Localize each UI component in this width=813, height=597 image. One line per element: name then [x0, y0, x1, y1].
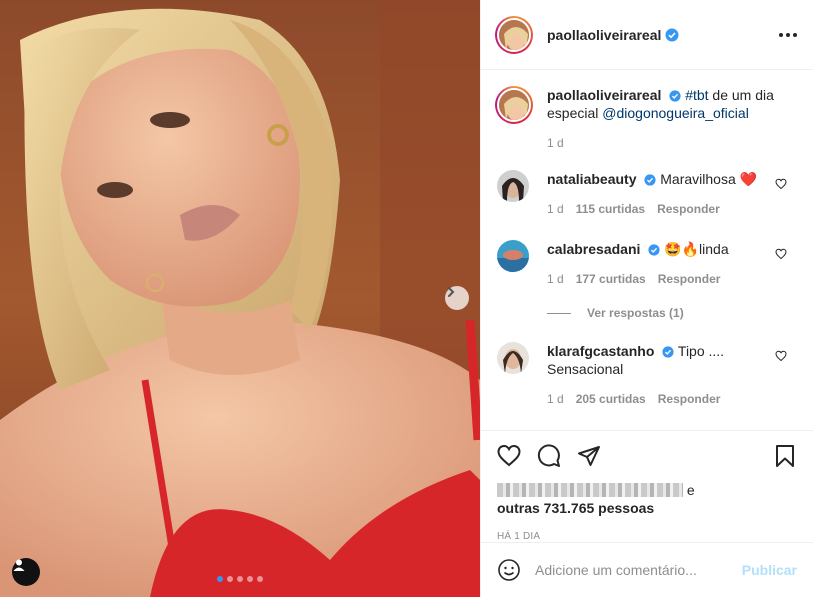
comment-bubble-icon[interactable] — [537, 444, 561, 468]
instagram-post-modal: paollaoliveirareal paollaoliveirareal #t… — [0, 0, 813, 597]
bookmark-icon[interactable] — [773, 444, 797, 468]
comment-meta: 1 d 205 curtidas Responder — [547, 390, 765, 408]
view-replies-label[interactable]: Ver respostas (1) — [587, 306, 684, 320]
comment-likes[interactable]: 205 curtidas — [576, 390, 646, 408]
like-comment-heart-icon[interactable] — [775, 248, 787, 260]
publish-button[interactable]: Publicar — [742, 562, 797, 578]
comment-username[interactable]: klarafgcastanho — [547, 343, 654, 359]
author-avatar[interactable] — [495, 15, 533, 54]
replies-divider — [547, 312, 571, 314]
redacted-likers — [497, 483, 683, 497]
verified-badge-icon — [665, 28, 679, 41]
comment-meta: 1 d 115 curtidas Responder — [547, 200, 765, 218]
like-comment-heart-icon[interactable] — [775, 350, 787, 362]
reply-button[interactable]: Responder — [657, 200, 720, 218]
photo-illustration — [0, 0, 480, 597]
share-paper-plane-icon[interactable] — [577, 444, 601, 468]
author-username[interactable]: paollaoliveirareal — [547, 27, 661, 43]
comment-likes[interactable]: 115 curtidas — [576, 200, 645, 218]
carousel-dot — [217, 576, 223, 582]
comment-text: 🤩🔥linda — [664, 241, 729, 257]
caption: paollaoliveirareal #tbt de um dia especi… — [495, 86, 797, 152]
comment-item: nataliabeauty Maravilhosa ❤️ 1 d 115 cur… — [497, 170, 797, 218]
comment-likes[interactable]: 177 curtidas — [576, 270, 646, 288]
reply-button[interactable]: Responder — [658, 270, 721, 288]
caption-time[interactable]: 1 d — [547, 134, 564, 152]
commenter-avatar[interactable] — [497, 342, 529, 374]
comment-text: Maravilhosa ❤️ — [660, 171, 758, 187]
comment-time[interactable]: 1 d — [547, 390, 564, 408]
comment-time[interactable]: 1 d — [547, 200, 564, 218]
commenter-avatar[interactable] — [497, 240, 529, 272]
view-replies-button[interactable]: Ver respostas (1) — [547, 306, 797, 320]
chevron-right-icon — [448, 287, 455, 297]
add-comment-bar: Publicar — [481, 542, 813, 597]
post-time[interactable]: HÁ 1 DIA — [497, 531, 797, 542]
post-actions: e outras 731.765 pessoas HÁ 1 DIA — [481, 430, 813, 542]
comments-list: paollaoliveirareal #tbt de um dia especi… — [481, 70, 813, 430]
comment-username[interactable]: calabresadani — [547, 241, 640, 257]
post-photo[interactable] — [0, 0, 480, 597]
verified-badge-icon — [669, 90, 681, 102]
comment-body: calabresadani 🤩🔥linda 1 d 177 curtidas R… — [547, 240, 765, 288]
user-icon — [13, 559, 25, 571]
caption-mention[interactable]: @diogonogueira_oficial — [602, 105, 749, 121]
caption-meta: 1 d — [547, 134, 787, 152]
like-heart-icon[interactable] — [497, 444, 521, 468]
carousel-dot — [247, 576, 253, 582]
action-bar — [497, 431, 797, 481]
carousel-dot — [237, 576, 243, 582]
comment-item: calabresadani 🤩🔥linda 1 d 177 curtidas R… — [497, 240, 797, 288]
comment-body: nataliabeauty Maravilhosa ❤️ 1 d 115 cur… — [547, 170, 765, 218]
caption-avatar[interactable] — [495, 86, 533, 124]
commenter-avatar[interactable] — [497, 170, 529, 202]
likes-others[interactable]: outras 731.765 pessoas — [497, 500, 654, 516]
carousel-dot — [227, 576, 233, 582]
carousel-indicator — [0, 576, 480, 582]
comment-item: klarafgcastanho Tipo .... Sensacional 1 … — [497, 342, 797, 408]
emoji-smiley-icon[interactable] — [497, 558, 521, 582]
caption-body: paollaoliveirareal #tbt de um dia especi… — [547, 86, 787, 152]
comment-meta: 1 d 177 curtidas Responder — [547, 270, 765, 288]
comment-input[interactable] — [535, 562, 742, 578]
like-comment-heart-icon[interactable] — [775, 178, 787, 190]
comment-time[interactable]: 1 d — [547, 270, 564, 288]
carousel-next-button[interactable] — [445, 286, 469, 310]
likes-summary[interactable]: e outras 731.765 pessoas — [497, 481, 797, 517]
verified-badge-icon — [648, 244, 660, 256]
verified-badge-icon — [662, 346, 674, 358]
reply-button[interactable]: Responder — [658, 390, 721, 408]
comment-username[interactable]: nataliabeauty — [547, 171, 636, 187]
verified-badge-icon — [644, 174, 656, 186]
post-header: paollaoliveirareal — [481, 0, 813, 70]
likes-prefix: e — [686, 482, 695, 498]
post-side-panel: paollaoliveirareal paollaoliveirareal #t… — [480, 0, 813, 597]
caption-username[interactable]: paollaoliveirareal — [547, 87, 661, 103]
comment-body: klarafgcastanho Tipo .... Sensacional 1 … — [547, 342, 765, 408]
carousel-dot — [257, 576, 263, 582]
caption-hashtag[interactable]: #tbt — [685, 87, 708, 103]
more-horizontal-icon[interactable] — [777, 32, 799, 38]
